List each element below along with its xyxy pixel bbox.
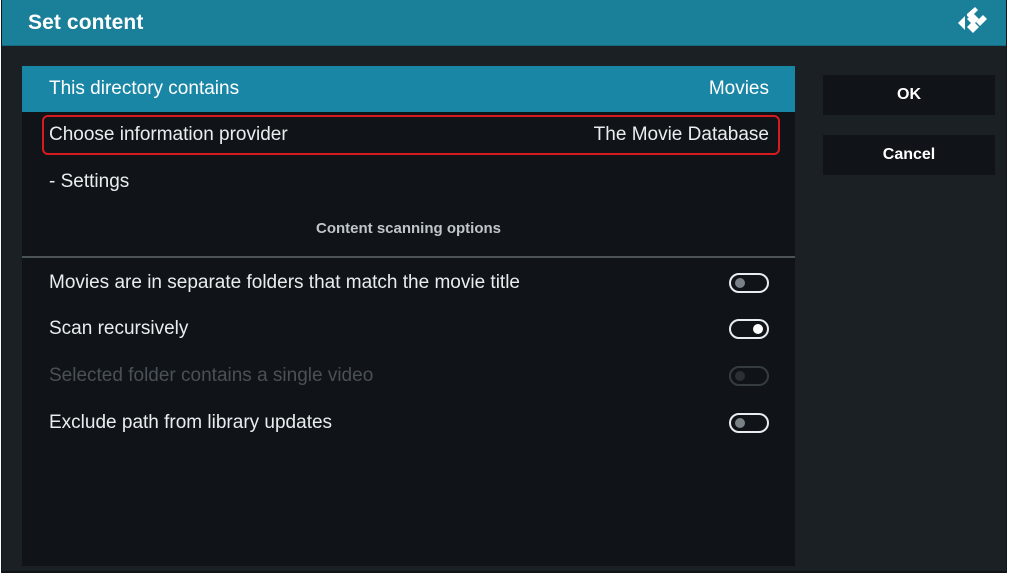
provider-settings-row[interactable]: - Settings — [22, 159, 795, 205]
ok-button[interactable]: OK — [823, 75, 995, 115]
toggle-knob — [735, 278, 745, 288]
info-provider-row[interactable]: Choose information provider The Movie Da… — [22, 112, 795, 158]
toggle-knob — [735, 371, 745, 381]
single-video-toggle — [729, 366, 769, 386]
dialog-title: Set content — [28, 11, 144, 34]
option-label: Scan recursively — [49, 318, 189, 339]
section-divider — [22, 256, 795, 258]
settings-panel: This directory contains Movies Choose in… — [22, 66, 795, 566]
option-separate-folders-row[interactable]: Movies are in separate folders that matc… — [22, 260, 795, 306]
scan-recursively-toggle[interactable] — [729, 319, 769, 339]
directory-contains-row[interactable]: This directory contains Movies — [22, 66, 795, 112]
option-exclude-path-row[interactable]: Exclude path from library updates — [22, 400, 795, 446]
directory-contains-label: This directory contains — [49, 78, 240, 99]
content-scanning-header: Content scanning options — [316, 220, 501, 237]
option-single-video-row: Selected folder contains a single video — [22, 353, 795, 399]
option-label: Movies are in separate folders that matc… — [49, 272, 521, 293]
exclude-path-toggle[interactable] — [729, 413, 769, 433]
provider-settings-label: - Settings — [49, 171, 130, 192]
info-provider-value: The Movie Database — [593, 124, 769, 145]
option-label: Selected folder contains a single video — [49, 365, 374, 386]
toggle-knob — [735, 418, 745, 428]
directory-contains-value: Movies — [708, 78, 769, 99]
option-label: Exclude path from library updates — [49, 412, 333, 433]
kodi-logo-icon — [958, 7, 987, 33]
toggle-knob — [753, 324, 763, 334]
option-scan-recursively-row[interactable]: Scan recursively — [22, 306, 795, 352]
set-content-dialog: Set content This directory contains Movi… — [1, 0, 1007, 573]
separate-folders-toggle[interactable] — [729, 273, 769, 293]
cancel-button[interactable]: Cancel — [823, 135, 995, 175]
info-provider-label: Choose information provider — [49, 124, 288, 145]
dialog-titlebar: Set content — [2, 0, 1006, 46]
